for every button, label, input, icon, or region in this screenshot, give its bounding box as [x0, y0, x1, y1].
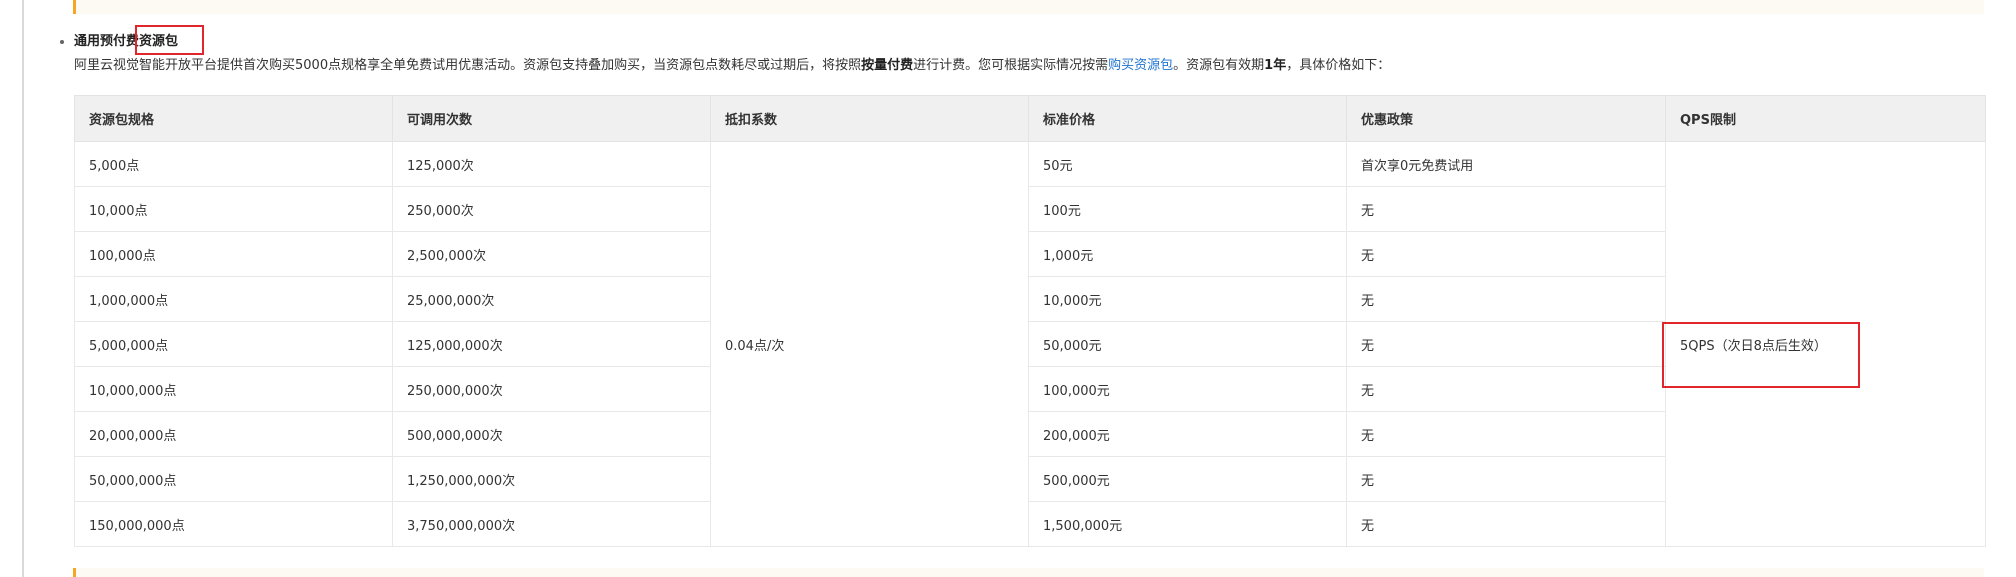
cell-calls: 250,000,000次 [392, 366, 711, 412]
cell-calls: 25,000,000次 [392, 276, 711, 322]
cell-price: 200,000元 [1028, 411, 1347, 457]
cell-discount: 无 [1346, 501, 1666, 547]
cell-calls: 2,500,000次 [392, 231, 711, 277]
header-qps: QPS限制 [1665, 95, 1986, 142]
description-bold-validity: 1年 [1264, 58, 1287, 73]
cell-discount: 无 [1346, 411, 1666, 457]
description-text-3: 。资源包有效期 [1173, 58, 1265, 73]
description-text-4: ，具体价格如下： [1286, 58, 1391, 73]
cell-discount: 首次享0元免费试用 [1346, 141, 1666, 187]
bullet-dot-icon [60, 40, 64, 44]
header-price: 标准价格 [1028, 95, 1347, 142]
description-bold-pay-as-you-go: 按量付费 [861, 58, 914, 73]
cell-calls: 125,000,000次 [392, 321, 711, 367]
cell-spec: 20,000,000点 [74, 411, 393, 457]
section-title: 通用预付费资源包 [74, 34, 179, 49]
cell-coefficient: 0.04点/次 [710, 141, 1029, 547]
cell-spec: 100,000点 [74, 231, 393, 277]
cell-price: 1,500,000元 [1028, 501, 1347, 547]
cell-spec: 10,000,000点 [74, 366, 393, 412]
cell-price: 1,000元 [1028, 231, 1347, 277]
note-callout-top [73, 0, 1984, 14]
cell-calls: 500,000,000次 [392, 411, 711, 457]
cell-discount: 无 [1346, 321, 1666, 367]
header-spec: 资源包规格 [74, 95, 393, 142]
header-calls: 可调用次数 [392, 95, 711, 142]
table-row: 5,000点 125,000次 0.04点/次 50元 首次享0元免费试用 5Q… [74, 141, 1986, 547]
cell-price: 100,000元 [1028, 366, 1347, 412]
header-coefficient: 抵扣系数 [710, 95, 1029, 142]
cell-calls: 3,750,000,000次 [392, 501, 711, 547]
cell-calls: 1,250,000,000次 [392, 456, 711, 502]
price-table: 资源包规格 可调用次数 抵扣系数 标准价格 优惠政策 QPS限制 5,000点 … [74, 95, 1986, 547]
left-divider [22, 0, 24, 577]
header-discount: 优惠政策 [1346, 95, 1666, 142]
cell-price: 50元 [1028, 141, 1347, 187]
cell-spec: 5,000,000点 [74, 321, 393, 367]
cell-discount: 无 [1346, 456, 1666, 502]
cell-price: 500,000元 [1028, 456, 1347, 502]
description-text-1: 阿里云视觉智能开放平台提供首次购买5000点规格享全单免费试用优惠活动。资源包支… [74, 58, 862, 73]
doc-page: 通用预付费资源包 阿里云视觉智能开放平台提供首次购买5000点规格享全单免费试用… [0, 0, 2016, 577]
cell-discount: 无 [1346, 231, 1666, 277]
cell-qps: 5QPS（次日8点后生效） [1665, 141, 1986, 547]
cell-discount: 无 [1346, 186, 1666, 232]
section-description: 阿里云视觉智能开放平台提供首次购买5000点规格享全单免费试用优惠活动。资源包支… [74, 56, 1390, 76]
table-header-row: 资源包规格 可调用次数 抵扣系数 标准价格 优惠政策 QPS限制 [74, 95, 1986, 142]
buy-resource-pack-link[interactable]: 购买资源包 [1108, 58, 1173, 73]
cell-price: 100元 [1028, 186, 1347, 232]
cell-spec: 150,000,000点 [74, 501, 393, 547]
description-text-2: 进行计费。您可根据实际情况按需 [913, 58, 1109, 73]
cell-calls: 250,000次 [392, 186, 711, 232]
cell-spec: 50,000,000点 [74, 456, 393, 502]
cell-discount: 无 [1346, 276, 1666, 322]
cell-discount: 无 [1346, 366, 1666, 412]
cell-spec: 10,000点 [74, 186, 393, 232]
cell-calls: 125,000次 [392, 141, 711, 187]
cell-spec: 1,000,000点 [74, 276, 393, 322]
cell-spec: 5,000点 [74, 141, 393, 187]
note-callout-bottom [73, 568, 1984, 577]
cell-price: 50,000元 [1028, 321, 1347, 367]
cell-price: 10,000元 [1028, 276, 1347, 322]
